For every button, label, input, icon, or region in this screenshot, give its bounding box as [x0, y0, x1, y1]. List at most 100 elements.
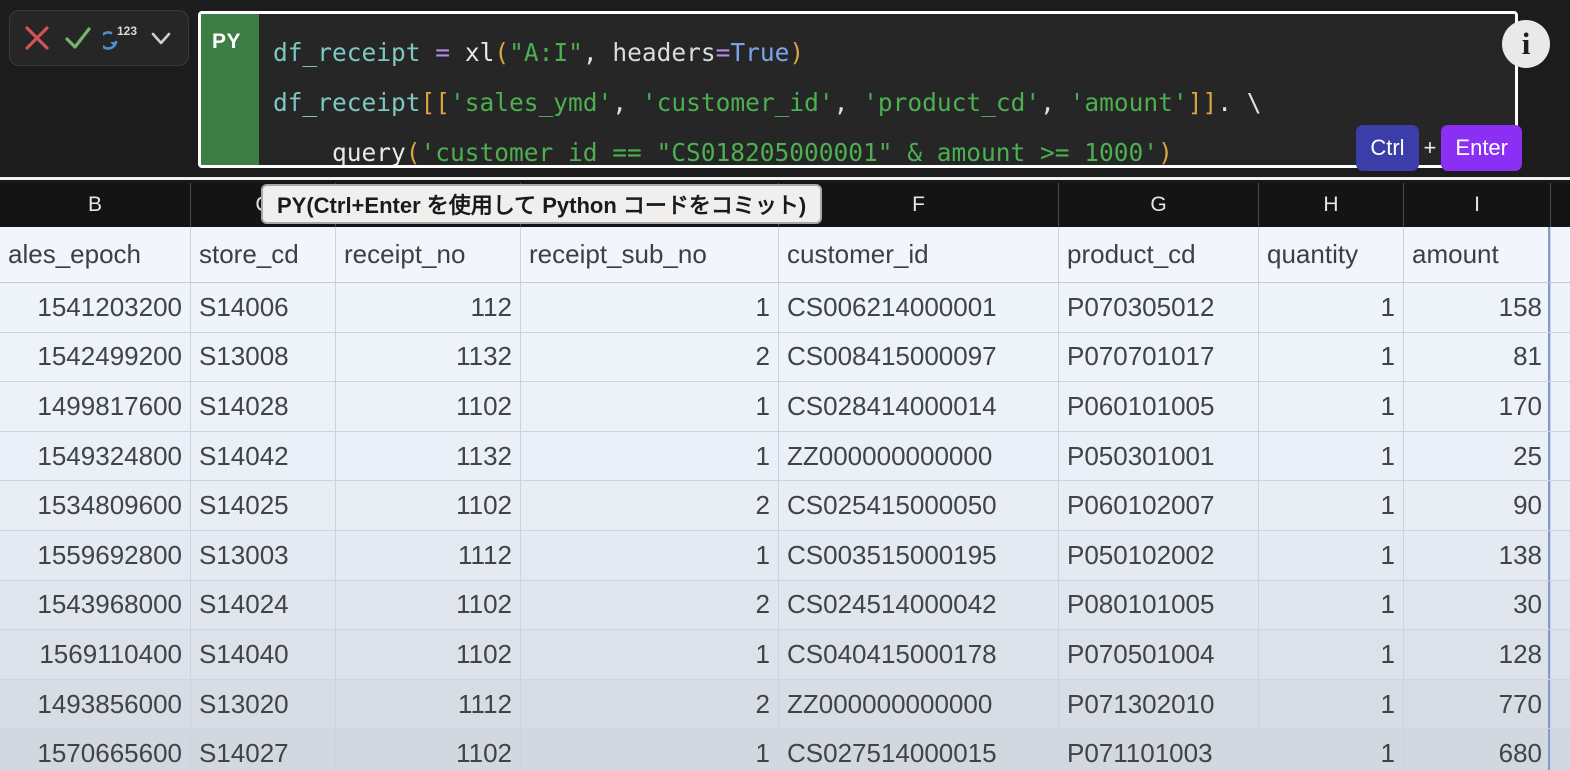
grid-cell[interactable]: CS025415000050 [779, 481, 1059, 530]
grid-cell[interactable]: S14024 [191, 580, 336, 630]
grid-cell[interactable]: CS040415000178 [779, 630, 1059, 679]
number-format-123-icon[interactable]: 123 [102, 20, 138, 56]
grid-cell[interactable]: 1 [521, 283, 779, 332]
grid-cell[interactable]: CS027514000015 [779, 729, 1059, 770]
grid-cell[interactable]: S13003 [191, 530, 336, 580]
grid-cell[interactable]: 90 [1404, 481, 1551, 530]
table-row[interactable]: 1543968000 S14024 1102 2 CS024514000042 P0801… [0, 580, 1570, 631]
grid-cell[interactable]: 30 [1404, 580, 1551, 630]
grid-cell[interactable]: 1 [1259, 530, 1404, 580]
grid-cell[interactable]: 1 [1259, 729, 1404, 770]
table-row[interactable]: 1549324800 S14042 1132 1 ZZ000000000000 P0503… [0, 431, 1570, 482]
table-row[interactable]: 1534809600 S14025 1102 2 CS025415000050 P0601… [0, 481, 1570, 531]
cancel-x-icon[interactable] [19, 20, 55, 56]
grid-cell[interactable]: P070305012 [1059, 283, 1259, 332]
grid-cell[interactable]: 1 [1259, 283, 1404, 332]
grid-cell[interactable]: 138 [1404, 530, 1551, 580]
grid-cell[interactable]: 2 [521, 679, 779, 729]
grid-cell[interactable]: ZZ000000000000 [779, 431, 1059, 481]
grid-cell[interactable]: 1549324800 [0, 431, 191, 481]
table-row[interactable]: 1570665600 S14027 1102 1 CS027514000015 P0711… [0, 729, 1570, 770]
grid-cell[interactable]: S14042 [191, 431, 336, 481]
table-row[interactable]: 1542499200 S13008 1132 2 CS008415000097 P0707… [0, 332, 1570, 383]
grid-cell[interactable]: P050102002 [1059, 530, 1259, 580]
grid-cell[interactable]: 1112 [336, 679, 521, 729]
grid-cell[interactable]: S13008 [191, 332, 336, 382]
grid-cell[interactable]: S13020 [191, 679, 336, 729]
grid-cell[interactable]: 1499817600 [0, 382, 191, 431]
table-row[interactable]: 1569110400 S14040 1102 1 CS040415000178 P0705… [0, 630, 1570, 680]
column-field-header[interactable]: quantity [1259, 227, 1404, 282]
table-row[interactable]: 1559692800 S13003 1112 1 CS003515000195 P0501… [0, 530, 1570, 581]
grid-cell[interactable]: CS028414000014 [779, 382, 1059, 431]
grid-cell[interactable]: 1559692800 [0, 530, 191, 580]
grid-cell[interactable]: 1102 [336, 580, 521, 630]
grid-cell[interactable]: 1132 [336, 431, 521, 481]
grid-cell[interactable]: P080101005 [1059, 580, 1259, 630]
grid-cell[interactable]: 1102 [336, 729, 521, 770]
grid-cell[interactable]: 1 [1259, 481, 1404, 530]
grid-cell[interactable]: 1542499200 [0, 332, 191, 382]
code-text[interactable]: df_receipt = xl("A:I", headers=True) df_r… [259, 14, 1515, 165]
accept-check-icon[interactable] [60, 20, 96, 56]
grid-cell[interactable]: 1570665600 [0, 729, 191, 770]
grid-cell[interactable]: 1 [1259, 382, 1404, 431]
grid-cell[interactable]: 112 [336, 283, 521, 332]
grid-cell[interactable]: S14028 [191, 382, 336, 431]
grid-cell[interactable]: 1 [521, 630, 779, 679]
grid-cell[interactable]: 1541203200 [0, 283, 191, 332]
table-row[interactable]: 1541203200 S14006 112 1 CS006214000001 P07030… [0, 283, 1570, 333]
grid-cell[interactable]: 81 [1404, 332, 1551, 382]
grid-cell[interactable]: 1102 [336, 481, 521, 530]
grid-cell[interactable]: 2 [521, 580, 779, 630]
column-field-header[interactable]: receipt_no [336, 227, 521, 282]
grid-cell[interactable]: 1132 [336, 332, 521, 382]
grid-cell[interactable]: 1 [1259, 332, 1404, 382]
grid-cell[interactable]: 1569110400 [0, 630, 191, 679]
grid-cell[interactable]: P070701017 [1059, 332, 1259, 382]
grid-cell[interactable]: 128 [1404, 630, 1551, 679]
column-header-i[interactable]: I [1404, 183, 1551, 227]
grid-cell[interactable]: 1 [521, 729, 779, 770]
grid-cell[interactable]: 2 [521, 332, 779, 382]
grid-cell[interactable]: 1 [1259, 580, 1404, 630]
info-icon[interactable]: i [1502, 20, 1550, 68]
grid-cell[interactable]: 1 [521, 530, 779, 580]
column-header-g[interactable]: G [1059, 183, 1259, 227]
column-field-header[interactable]: ales_epoch [0, 227, 191, 282]
grid-cell[interactable]: 1 [1259, 679, 1404, 729]
grid-cell[interactable]: P071302010 [1059, 679, 1259, 729]
grid-cell[interactable]: S14025 [191, 481, 336, 530]
grid-cell[interactable]: 1112 [336, 530, 521, 580]
table-row[interactable]: 1493856000 S13020 1112 2 ZZ000000000000 P0713… [0, 679, 1570, 730]
grid-cell[interactable]: S14006 [191, 283, 336, 332]
grid-cell[interactable]: 1 [521, 431, 779, 481]
grid-cell[interactable]: 1 [521, 382, 779, 431]
grid-cell[interactable]: CS024514000042 [779, 580, 1059, 630]
grid-cell[interactable]: CS006214000001 [779, 283, 1059, 332]
column-field-header[interactable]: store_cd [191, 227, 336, 282]
column-field-header[interactable]: product_cd [1059, 227, 1259, 282]
grid-cell[interactable]: S14040 [191, 630, 336, 679]
grid-cell[interactable]: 1543968000 [0, 580, 191, 630]
grid-cell[interactable]: 158 [1404, 283, 1551, 332]
column-header-b[interactable]: B [0, 183, 191, 227]
grid-cell[interactable]: CS003515000195 [779, 530, 1059, 580]
grid-cell[interactable]: 1102 [336, 630, 521, 679]
grid-cell[interactable]: CS008415000097 [779, 332, 1059, 382]
grid-cell[interactable]: 770 [1404, 679, 1551, 729]
chevron-down-icon[interactable] [143, 20, 179, 56]
column-header-h[interactable]: H [1259, 183, 1404, 227]
grid-cell[interactable]: 1 [1259, 630, 1404, 679]
grid-cell[interactable]: 1102 [336, 382, 521, 431]
grid-cell[interactable]: P050301001 [1059, 431, 1259, 481]
column-field-header[interactable]: receipt_sub_no [521, 227, 779, 282]
grid-cell[interactable]: P060102007 [1059, 481, 1259, 530]
grid-cell[interactable]: 1 [1259, 431, 1404, 481]
table-row[interactable]: 1499817600 S14028 1102 1 CS028414000014 P0601… [0, 382, 1570, 432]
grid-cell[interactable]: ZZ000000000000 [779, 679, 1059, 729]
grid-cell[interactable]: P060101005 [1059, 382, 1259, 431]
grid-cell[interactable]: 2 [521, 481, 779, 530]
grid-cell[interactable]: 1493856000 [0, 679, 191, 729]
grid-cell[interactable]: 680 [1404, 729, 1551, 770]
